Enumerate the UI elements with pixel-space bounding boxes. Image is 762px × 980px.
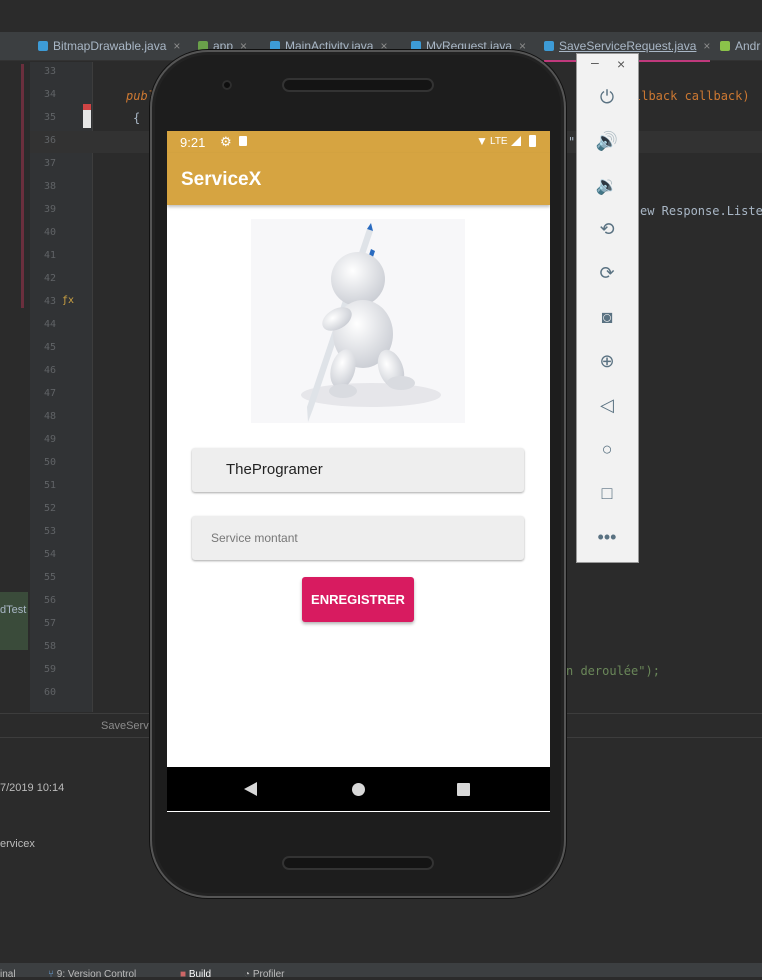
emulator-toolbar-header: – × bbox=[577, 54, 638, 76]
nav-home-icon[interactable] bbox=[352, 783, 365, 796]
tab-bitmapdrawable[interactable]: BitmapDrawable.java × bbox=[38, 32, 180, 60]
line-number: 39 bbox=[43, 204, 56, 215]
tool-tab-version-control[interactable]: ⑂ 9: Version Control bbox=[48, 969, 136, 980]
status-time: 9:21 bbox=[180, 135, 206, 150]
line-number: 34 bbox=[43, 89, 56, 100]
side-panel-tab[interactable]: dTest bbox=[0, 592, 28, 650]
line-number: 59 bbox=[43, 664, 56, 675]
zoom-icon[interactable]: ⊕ bbox=[593, 347, 621, 375]
line-number: 52 bbox=[43, 503, 56, 514]
line-number: 49 bbox=[43, 434, 56, 445]
java-file-icon bbox=[38, 41, 48, 51]
emulator-toolbar: – × ⏻ 🔊 🔉 ⟲ ⟳ ◙ ⊕ ◁ ○ □ ••• bbox=[576, 53, 639, 563]
back-icon[interactable]: ◁ bbox=[593, 391, 621, 419]
minimize-icon[interactable]: – bbox=[591, 54, 599, 70]
line-number: 40 bbox=[43, 227, 56, 238]
line-number: 44 bbox=[43, 319, 56, 330]
code-line-36-mark: " bbox=[568, 135, 576, 149]
bottom-speaker bbox=[282, 856, 434, 870]
battery-icon bbox=[529, 135, 536, 147]
signal-icon bbox=[511, 136, 521, 146]
line-number: 46 bbox=[43, 365, 56, 376]
volume-down-icon[interactable]: 🔉 bbox=[593, 171, 621, 199]
line-number: 38 bbox=[43, 181, 56, 192]
line-number: 58 bbox=[43, 641, 56, 652]
phone-frame: 9:21 ⚙ ▼ LTE ServiceX TheProgramer Servi… bbox=[150, 50, 566, 898]
line-number: 47 bbox=[43, 388, 56, 399]
line-number: 50 bbox=[43, 457, 56, 468]
line-number: 55 bbox=[43, 572, 56, 583]
tab-close-icon[interactable]: × bbox=[703, 39, 710, 53]
power-icon[interactable]: ⏻ bbox=[593, 83, 621, 111]
status-lte: LTE bbox=[490, 136, 508, 147]
code-line-35: { bbox=[133, 111, 141, 125]
hero-image bbox=[251, 219, 465, 423]
line-number: 54 bbox=[43, 549, 56, 560]
home-icon[interactable]: ○ bbox=[593, 435, 621, 463]
build-icon: ■ bbox=[180, 969, 189, 980]
device-screen[interactable]: 9:21 ⚙ ▼ LTE ServiceX TheProgramer Servi… bbox=[167, 131, 550, 812]
app-bar: ServiceX bbox=[167, 153, 550, 205]
profiler-icon: ◔ bbox=[244, 969, 253, 980]
line-number: 43 bbox=[43, 296, 56, 307]
change-marker bbox=[21, 64, 24, 308]
line-number: 53 bbox=[43, 526, 56, 537]
line-number: 51 bbox=[43, 480, 56, 491]
tab-close-icon[interactable]: × bbox=[173, 39, 180, 53]
nav-back-icon[interactable] bbox=[244, 782, 257, 796]
bookmark-icon bbox=[83, 104, 91, 128]
line-number: 36 bbox=[43, 135, 56, 146]
android-status-bar: 9:21 ⚙ ▼ LTE bbox=[167, 131, 550, 153]
version-control-icon: ⑂ bbox=[48, 969, 57, 980]
tool-tab-terminal[interactable]: inal bbox=[0, 969, 16, 980]
code-line-34-right: llback callback) bbox=[634, 89, 750, 103]
line-number: 60 bbox=[43, 687, 56, 698]
sd-card-icon bbox=[239, 136, 247, 146]
tool-window-bar: inal ⑂ 9: Version Control ■ Build ◔ Prof… bbox=[0, 963, 762, 980]
line-number: 41 bbox=[43, 250, 56, 261]
volume-up-icon[interactable]: 🔊 bbox=[593, 127, 621, 155]
build-project: ervicex bbox=[0, 838, 35, 850]
line-number: 45 bbox=[43, 342, 56, 353]
rotate-right-icon[interactable]: ⟳ bbox=[593, 259, 621, 287]
overview-icon[interactable]: □ bbox=[593, 479, 621, 507]
fx-icon: ƒx bbox=[62, 295, 75, 306]
front-camera bbox=[222, 80, 232, 90]
android-icon bbox=[720, 41, 730, 51]
rotate-left-icon[interactable]: ⟲ bbox=[593, 215, 621, 243]
more-icon[interactable]: ••• bbox=[593, 523, 621, 551]
amount-field[interactable]: Service montant bbox=[192, 516, 524, 560]
tab-android[interactable]: Andr bbox=[720, 32, 760, 60]
line-number: 37 bbox=[43, 158, 56, 169]
line-number: 57 bbox=[43, 618, 56, 629]
settings-icon: ⚙ bbox=[220, 134, 232, 149]
android-nav-bar bbox=[167, 767, 550, 811]
tool-tab-build[interactable]: ■ Build bbox=[180, 969, 211, 980]
line-number: 48 bbox=[43, 411, 56, 422]
wifi-icon: ▼ bbox=[476, 134, 488, 148]
tool-tab-profiler[interactable]: ◔ Profiler bbox=[244, 969, 285, 980]
figure-with-pen-illustration bbox=[251, 219, 465, 423]
line-number: 42 bbox=[43, 273, 56, 284]
nav-recents-icon[interactable] bbox=[457, 783, 470, 796]
name-field[interactable]: TheProgramer bbox=[192, 448, 524, 492]
line-number: 56 bbox=[43, 595, 56, 606]
code-line-39-right: ew Response.Listen bbox=[640, 204, 762, 218]
build-timestamp: 7/2019 10:14 bbox=[0, 782, 65, 794]
camera-icon[interactable]: ◙ bbox=[593, 303, 621, 331]
line-number: 33 bbox=[43, 66, 56, 77]
name-field-value: TheProgramer bbox=[226, 461, 323, 478]
java-file-icon bbox=[544, 41, 554, 51]
code-line-59-right: n deroulée"); bbox=[566, 664, 660, 678]
app-title: ServiceX bbox=[181, 169, 262, 190]
top-speaker bbox=[282, 78, 434, 92]
save-button[interactable]: ENREGISTRER bbox=[302, 577, 414, 622]
line-number: 35 bbox=[43, 112, 56, 123]
breadcrumb[interactable]: SaveServi bbox=[101, 720, 151, 732]
amount-field-placeholder: Service montant bbox=[211, 531, 298, 545]
close-icon[interactable]: × bbox=[617, 56, 625, 72]
